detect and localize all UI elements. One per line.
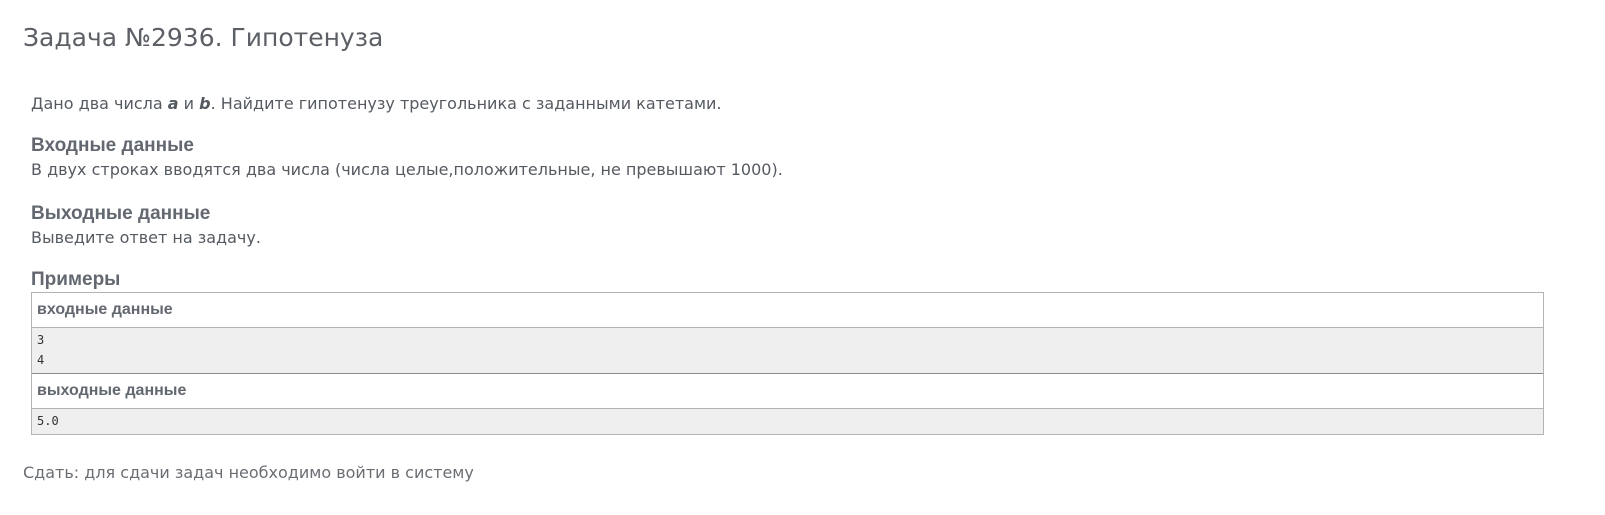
input-section-heading: Входные данные bbox=[31, 135, 194, 156]
example-output-label: выходные данные bbox=[32, 373, 1543, 409]
example-input-line: 3 bbox=[37, 333, 45, 347]
input-section: Входные данные В двух строках вводятся д… bbox=[31, 134, 1544, 182]
example-output-block[interactable]: 5.0 bbox=[32, 409, 1543, 434]
problem-legend: Дано два числа a и b. Найдите гипотенузу… bbox=[31, 92, 1544, 116]
examples-heading: Примеры bbox=[31, 269, 121, 290]
submit-note: Сдать: для сдачи задач необходимо войти … bbox=[23, 463, 474, 482]
output-section: Выходные данные Выведите ответ на задачу… bbox=[31, 202, 1544, 250]
legend-prefix: Дано два числа bbox=[31, 94, 168, 113]
page-title: Задача №2936. Гипотенуза bbox=[23, 23, 384, 52]
output-section-heading: Выходные данные bbox=[31, 203, 211, 224]
example-input-label: входные данные bbox=[32, 293, 1543, 328]
output-section-text: Выведите ответ на задачу. bbox=[31, 228, 261, 247]
example-input-line: 4 bbox=[37, 353, 45, 367]
problem-statement: Дано два числа a и b. Найдите гипотенузу… bbox=[31, 92, 1544, 435]
variable-b: b bbox=[199, 94, 211, 113]
example-output-line: 5.0 bbox=[37, 414, 59, 428]
input-section-text: В двух строках вводятся два числа (числа… bbox=[31, 160, 783, 179]
example-input-block[interactable]: 34 bbox=[32, 328, 1543, 373]
legend-middle: и bbox=[178, 94, 200, 113]
example-box: входные данные 34 выходные данные 5.0 bbox=[31, 292, 1544, 435]
variable-a: a bbox=[167, 94, 179, 113]
examples-section: Примеры входные данные 34 выходные данны… bbox=[31, 268, 1544, 435]
legend-suffix: . Найдите гипотенузу треугольника с зада… bbox=[210, 94, 722, 113]
